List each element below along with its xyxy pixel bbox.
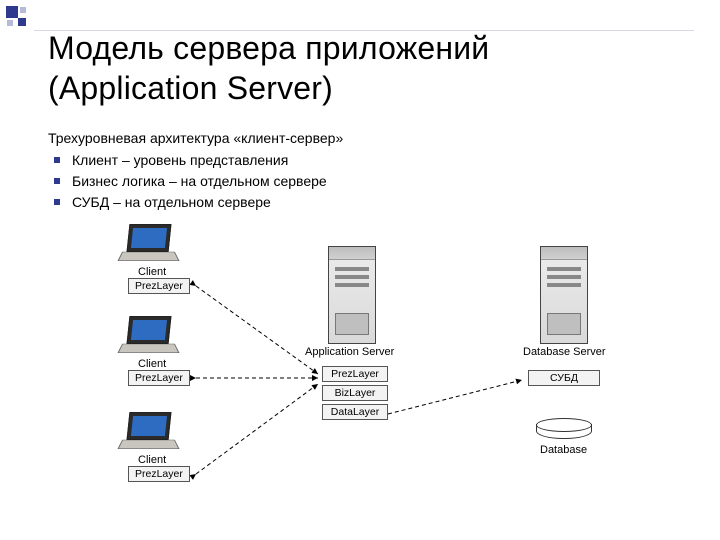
body-text: Трехуровневая архитектура «клиент-сервер… (48, 128, 343, 213)
bullet-item: Клиент – уровень представления (50, 150, 343, 170)
client-laptop-icon (120, 316, 180, 358)
diagram: Client PrezLayer Client PrezLayer Client… (20, 222, 700, 532)
client-label: Client (138, 266, 166, 278)
prezlayer-box: PrezLayer (128, 370, 190, 386)
slide-ornament (6, 6, 30, 30)
bullet-item: Бизнес логика – на отдельном сервере (50, 171, 343, 191)
client-laptop-icon (120, 412, 180, 454)
db-server-label: Database Server (523, 346, 606, 358)
client-laptop-icon (120, 224, 180, 266)
intro-text: Трехуровневая архитектура «клиент-сервер… (48, 128, 343, 148)
app-bizlayer-box: BizLayer (322, 385, 388, 401)
db-server-icon (540, 246, 588, 344)
bullet-item: СУБД – на отдельном сервере (50, 192, 343, 212)
database-label: Database (540, 444, 587, 456)
slide-title: Модель сервера приложений (Application S… (48, 28, 489, 108)
client-label: Client (138, 358, 166, 370)
bullet-list: Клиент – уровень представления Бизнес ло… (50, 150, 343, 212)
app-server-icon (328, 246, 376, 344)
title-line-2: (Application Server) (48, 70, 333, 106)
app-prezlayer-box: PrezLayer (322, 366, 388, 382)
database-icon (536, 418, 590, 442)
app-datalayer-box: DataLayer (322, 404, 388, 420)
client-label: Client (138, 454, 166, 466)
prezlayer-box: PrezLayer (128, 466, 190, 482)
title-line-1: Модель сервера приложений (48, 30, 489, 66)
slide: Модель сервера приложений (Application S… (0, 0, 720, 540)
app-server-label: Application Server (305, 346, 394, 358)
prezlayer-box: PrezLayer (128, 278, 190, 294)
dbms-box: СУБД (528, 370, 600, 386)
